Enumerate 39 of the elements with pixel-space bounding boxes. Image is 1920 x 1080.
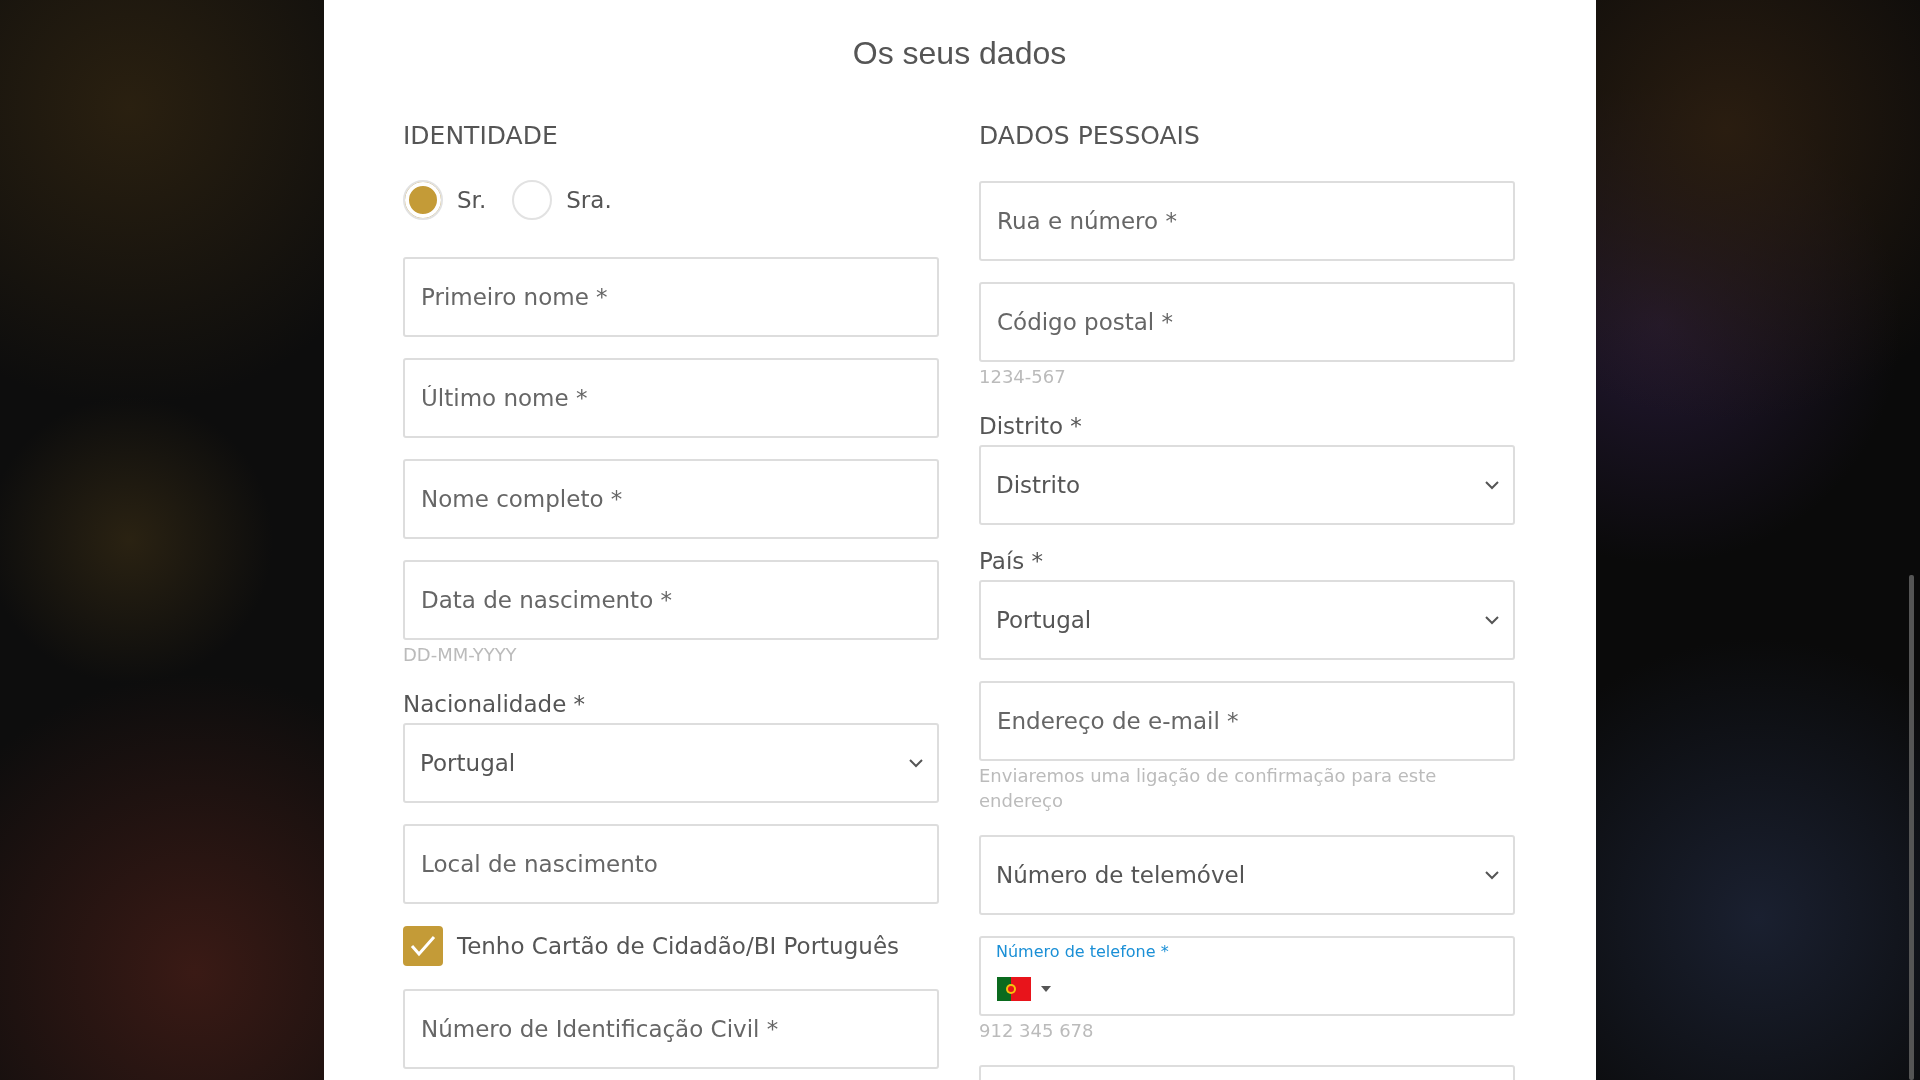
radio-label: Sra.: [566, 187, 612, 213]
dropdown-field[interactable]: Número de telemóvel: [979, 835, 1515, 915]
checkbox-label: Tenho Cartão de Cidadão/BI Português: [457, 933, 899, 959]
field-hint: Enviaremos uma ligação de confirmação para este endereço: [979, 764, 1438, 813]
dropdown-field[interactable]: Distrito: [979, 445, 1515, 525]
text-field[interactable]: Local de nascimento: [403, 824, 939, 904]
chevron-down-icon: [1485, 615, 1499, 625]
radio-button[interactable]: [403, 180, 443, 220]
dropdown-field[interactable]: Portugal: [403, 723, 939, 803]
form-title: Os seus dados: [851, 34, 1068, 73]
scrollbar[interactable]: [1909, 575, 1914, 1080]
text-field[interactable]: Nome completo *: [403, 459, 939, 539]
dropdown-field[interactable]: Portugal: [979, 580, 1515, 660]
text-field[interactable]: Número de Identificação Civil *: [403, 989, 939, 1069]
text-field[interactable]: Rua e número *: [979, 181, 1515, 261]
field-hint: 1234-567: [979, 365, 1067, 389]
section-heading: DADOS PESSOAIS: [979, 120, 1201, 152]
text-field[interactable]: Primeiro nome *: [403, 257, 939, 337]
radio-label: Sr.: [457, 187, 487, 213]
flag-icon: [997, 977, 1031, 1001]
checkmark-icon: [410, 935, 436, 957]
text-field[interactable]: Último nome *: [403, 358, 939, 438]
field-label: Distrito *: [979, 412, 1083, 441]
field-label: Nacionalidade *: [403, 690, 587, 719]
field-label: País *: [979, 547, 1045, 576]
field-hint: 912 345 678: [979, 1019, 1095, 1043]
checkbox[interactable]: [403, 926, 443, 966]
chevron-down-icon: [1485, 870, 1499, 880]
radio-button[interactable]: [512, 180, 553, 220]
field-label: Número de telefone *: [996, 942, 1169, 961]
phone-field[interactable]: Número de telefone *: [979, 936, 1515, 1016]
chevron-down-icon: [909, 758, 923, 768]
text-field[interactable]: Endereço de e-mail *: [979, 681, 1515, 761]
chevron-down-icon: [1485, 480, 1499, 490]
text-field[interactable]: Código postal *: [979, 282, 1515, 362]
caret-down-icon: [1041, 986, 1051, 992]
text-field[interactable]: Data de nascimento *: [403, 560, 939, 640]
section-heading: IDENTIDADE: [403, 120, 559, 152]
field-hint: DD-MM-YYYY: [403, 643, 518, 667]
